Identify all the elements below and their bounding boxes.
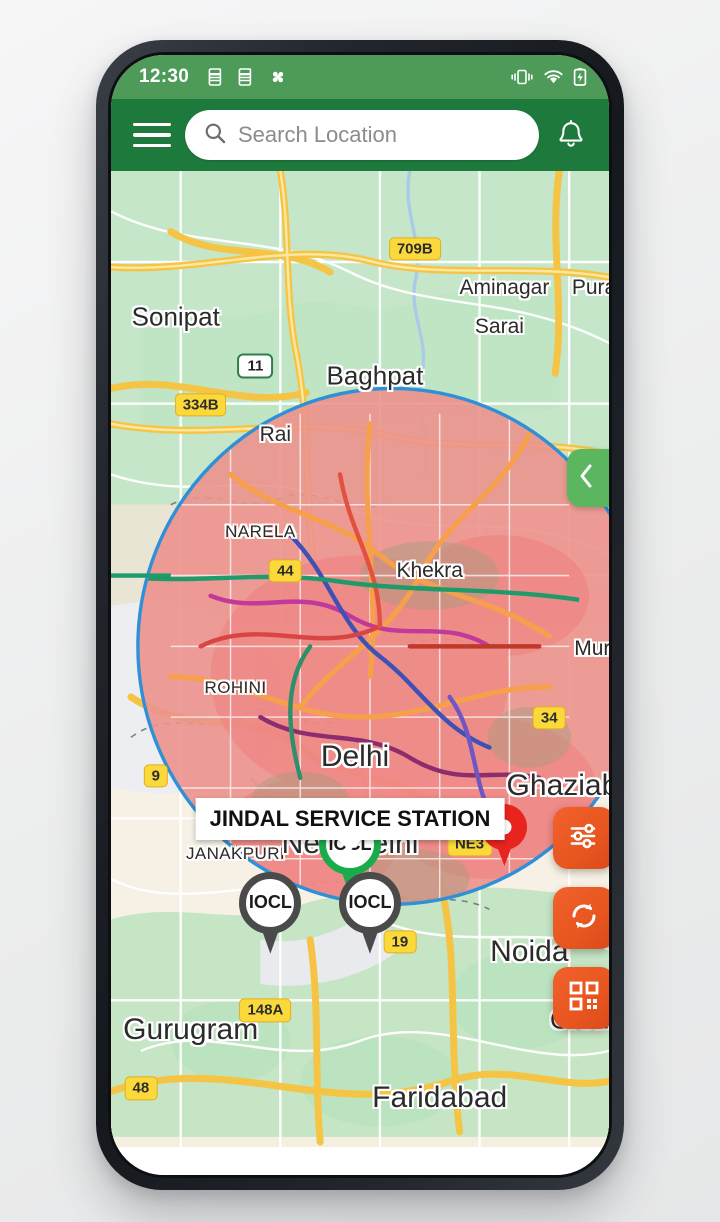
station-pin-label: IOCL [239, 871, 302, 934]
status-left-icons [208, 67, 288, 87]
fab-column [553, 807, 609, 1029]
filter-fab[interactable] [553, 807, 609, 869]
map-basemap [111, 171, 609, 1147]
pinwheel-icon [268, 67, 288, 87]
wifi-icon [543, 69, 564, 86]
phone-screen: 12:30 Search Location Sonipat Rai NARELA… [111, 55, 609, 1175]
highway-shield: 34 [532, 705, 566, 730]
status-right-icons [510, 67, 587, 87]
highway-shield: 11 [237, 353, 274, 379]
battery-charging-icon [573, 67, 587, 87]
sim-card-icon [208, 67, 225, 87]
station-pin[interactable]: IOCL [239, 871, 302, 954]
highway-shield: 9 [143, 764, 168, 788]
highway-shield: 709B [388, 237, 441, 261]
panel-handle[interactable] [567, 449, 609, 507]
station-tooltip[interactable]: JINDAL SERVICE STATION [195, 797, 505, 840]
highway-shield: 48 [124, 1076, 158, 1101]
station-pin[interactable]: IOCL [338, 871, 401, 954]
screenshot-root: 12:30 Search Location Sonipat Rai NARELA… [0, 0, 720, 1222]
refresh-icon [567, 899, 601, 938]
status-bar: 12:30 [111, 55, 609, 99]
chevron-left-icon [575, 461, 597, 496]
vibrate-icon [510, 68, 534, 86]
phone-bezel: 12:30 Search Location Sonipat Rai NARELA… [108, 52, 612, 1178]
hamburger-menu-icon[interactable] [133, 120, 171, 150]
highway-shield: 148A [239, 998, 292, 1022]
phone-frame: 12:30 Search Location Sonipat Rai NARELA… [96, 40, 624, 1190]
scan-fab[interactable] [553, 967, 609, 1029]
system-nav-bar [111, 1147, 609, 1175]
sliders-icon [567, 819, 601, 858]
highway-shield: 334B [174, 393, 227, 417]
search-placeholder: Search Location [238, 122, 397, 147]
map-canvas[interactable]: SonipatRaiNARELABaghpatAminagarSaraiPura… [111, 171, 609, 1147]
bell-icon[interactable] [553, 116, 589, 154]
search-icon [203, 121, 227, 150]
app-bar: Search Location [111, 99, 609, 171]
refresh-fab[interactable] [553, 887, 609, 949]
sim-card-icon [238, 67, 255, 87]
highway-shield: 44 [268, 559, 302, 583]
status-time: 12:30 [139, 66, 190, 87]
station-pin-label: IOCL [338, 871, 401, 934]
qr-code-icon [567, 979, 601, 1018]
search-input[interactable]: Search Location [185, 110, 539, 160]
